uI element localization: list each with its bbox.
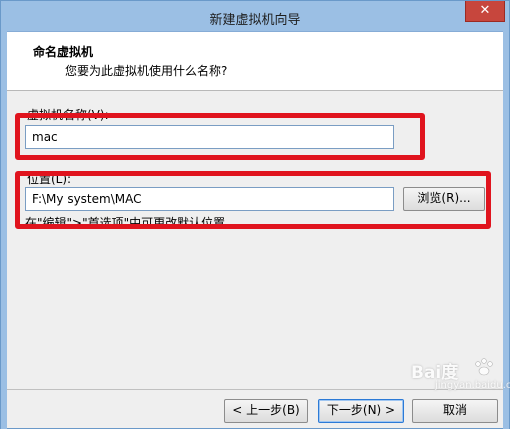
watermark-text: jingyan.baidu.com (435, 380, 510, 391)
vm-name-label: 虚拟机名称(V): (27, 108, 109, 122)
window-title: 新建虚拟机向导 (209, 13, 301, 28)
baidu-watermark: Bai度 jingyan.baidu.com (411, 358, 510, 410)
location-hint: 在"编辑">"首选项"中可更改默认位置。 (25, 216, 238, 230)
wizard-header: 命名虚拟机 您要为此虚拟机使用什么名称? (7, 32, 503, 91)
back-button[interactable]: < 上一步(B) (224, 399, 308, 423)
wizard-window: 新建虚拟机向导 ✕ 命名虚拟机 您要为此虚拟机使用什么名称? 虚拟机名称(V):… (0, 0, 510, 429)
vm-name-input[interactable]: mac (25, 125, 394, 149)
title-bar: 新建虚拟机向导 ✕ (1, 1, 509, 32)
close-icon: ✕ (479, 3, 491, 18)
page-title: 命名虚拟机 (33, 45, 94, 59)
location-label: 位置(L): (27, 172, 72, 186)
paw-icon (475, 358, 493, 376)
location-input[interactable]: F:\My system\MAC (25, 187, 394, 211)
browse-button[interactable]: 浏览(R)... (403, 187, 485, 211)
next-button[interactable]: 下一步(N) > (318, 399, 404, 423)
page-subtitle: 您要为此虚拟机使用什么名称? (65, 64, 228, 78)
close-button[interactable]: ✕ (465, 1, 505, 22)
